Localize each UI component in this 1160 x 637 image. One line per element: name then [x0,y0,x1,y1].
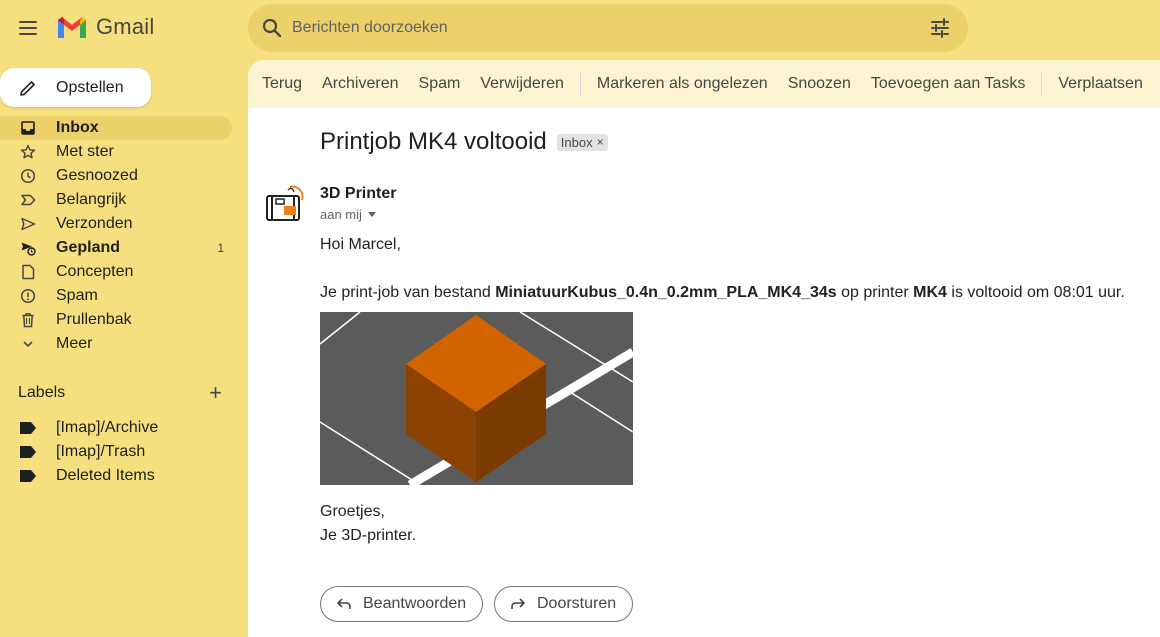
app-name: Gmail [96,14,155,39]
sidebar-item-drafts[interactable]: Concepten [0,260,232,284]
sidebar-item-important[interactable]: Belangrijk [0,188,232,212]
scheduled-count: 1 [217,241,224,255]
caret-down-icon [367,212,376,217]
message-prefix: Je print-job van bestand [320,284,496,301]
email-signature: Je 3D-printer. [320,527,417,544]
forward-button[interactable]: Doorsturen [494,586,634,622]
print-preview-image [320,312,633,485]
email-subject: Printjob MK4 voltooid [320,128,547,155]
add-label-icon[interactable]: + [209,382,222,404]
label-item[interactable]: [Imap]/Trash [0,440,232,464]
label-tag-icon [20,446,36,458]
search-input[interactable] [292,19,928,37]
forward-icon [511,598,525,609]
gmail-logo[interactable]: Gmail [56,14,154,40]
pencil-icon [20,80,35,96]
email-message-line: Je print-job van bestand MiniatuurKubus_… [320,284,1125,302]
search-bar[interactable] [248,4,968,52]
toolbar-divider [579,72,581,96]
scheduled-icon [20,240,36,256]
recipient-details[interactable]: aan mij [320,207,376,222]
label-tag-icon [20,422,36,434]
chevron-down-icon [20,336,36,352]
sidebar-item-label: Gepland [56,239,121,256]
send-icon [20,216,36,232]
clock-icon [20,168,36,184]
sidebar-item-label: Prullenbak [56,311,132,328]
important-icon [20,192,36,208]
email-view: Terug Archiveren Spam Verwijderen Marker… [248,60,1160,637]
printer-name: MK4 [913,284,947,301]
sidebar-item-snoozed[interactable]: Gesnoozed [0,164,232,188]
badge-text: Inbox [560,134,593,150]
email-subject-row: Printjob MK4 voltooid Inbox × [320,128,608,156]
sidebar-item-label: Belangrijk [56,191,127,208]
sidebar-item-starred[interactable]: Met ster [0,140,232,164]
sidebar-item-inbox[interactable]: Inbox [0,116,232,140]
print-file-name: MiniatuurKubus_0.4n_0.2mm_PLA_MK4_34s [495,284,837,301]
sidebar-item-sent[interactable]: Verzonden [0,212,232,236]
add-to-tasks-button[interactable]: Toevoegen aan Tasks [861,75,1035,93]
sidebar-item-scheduled[interactable]: Gepland 1 [0,236,232,260]
label-list: [Imap]/Archive [Imap]/Trash Deleted Item… [0,416,232,488]
star-icon [20,144,36,160]
sidebar-item-label: Verzonden [56,215,133,232]
trash-icon [20,312,36,328]
email-greeting: Hoi Marcel, [320,236,401,253]
draft-icon [20,264,36,280]
compose-label: Opstellen [56,78,124,96]
forward-label: Doorsturen [537,595,617,612]
email-toolbar: Terug Archiveren Spam Verwijderen Marker… [248,60,1160,108]
sidebar-item-label: Concepten [56,263,134,280]
labels-header: Labels + [18,382,232,404]
label-item-text: Deleted Items [56,467,155,484]
reply-button[interactable]: Beantwoorden [320,586,484,622]
sidebar-nav: Inbox Met ster Gesnoozed Belangrijk Verz… [0,116,232,356]
back-button[interactable]: Terug [248,75,312,93]
label-item-text: [Imap]/Archive [56,419,159,436]
sidebar-item-label: Gesnoozed [56,167,138,184]
sidebar-item-trash[interactable]: Prullenbak [0,308,232,332]
inbox-label-badge: Inbox × [556,133,608,151]
label-item[interactable]: Deleted Items [0,464,232,488]
sidebar-item-label: Met ster [56,143,114,160]
label-item-text: [Imap]/Trash [56,443,146,460]
search-icon[interactable] [260,16,284,40]
spam-icon [20,288,36,304]
search-options-icon[interactable] [928,16,952,40]
delete-button[interactable]: Verwijderen [470,75,574,93]
inbox-icon [20,120,36,136]
sidebar-item-label: Inbox [56,119,99,136]
sidebar-item-spam[interactable]: Spam [0,284,232,308]
mark-unread-button[interactable]: Markeren als ongelezen [587,75,778,93]
sender-avatar[interactable] [264,184,304,224]
sidebar-item-more[interactable]: Meer [0,332,232,356]
label-item[interactable]: [Imap]/Archive [0,416,232,440]
sidebar-item-label: Meer [56,335,93,352]
remove-label-icon[interactable]: × [597,135,604,149]
label-tag-icon [20,470,36,482]
email-closing: Groetjes, [320,503,385,520]
toolbar-divider [1041,72,1043,96]
message-middle: op printer [836,284,914,301]
main-menu-button[interactable] [14,14,42,42]
move-button[interactable]: Verplaatsen [1048,75,1153,93]
sidebar-item-label: Spam [56,287,98,304]
recipient-text: aan mij [320,207,362,222]
snooze-button[interactable]: Snoozen [778,75,861,93]
message-suffix: is voltooid om 08:01 uur. [946,284,1125,301]
gmail-logo-icon [58,17,86,38]
sender-name: 3D Printer [320,185,397,202]
reply-icon [337,598,351,609]
spam-button[interactable]: Spam [409,75,471,93]
labels-title: Labels [18,384,66,401]
reply-label: Beantwoorden [363,595,467,612]
compose-button[interactable]: Opstellen [0,68,151,107]
archive-button[interactable]: Archiveren [312,75,408,93]
